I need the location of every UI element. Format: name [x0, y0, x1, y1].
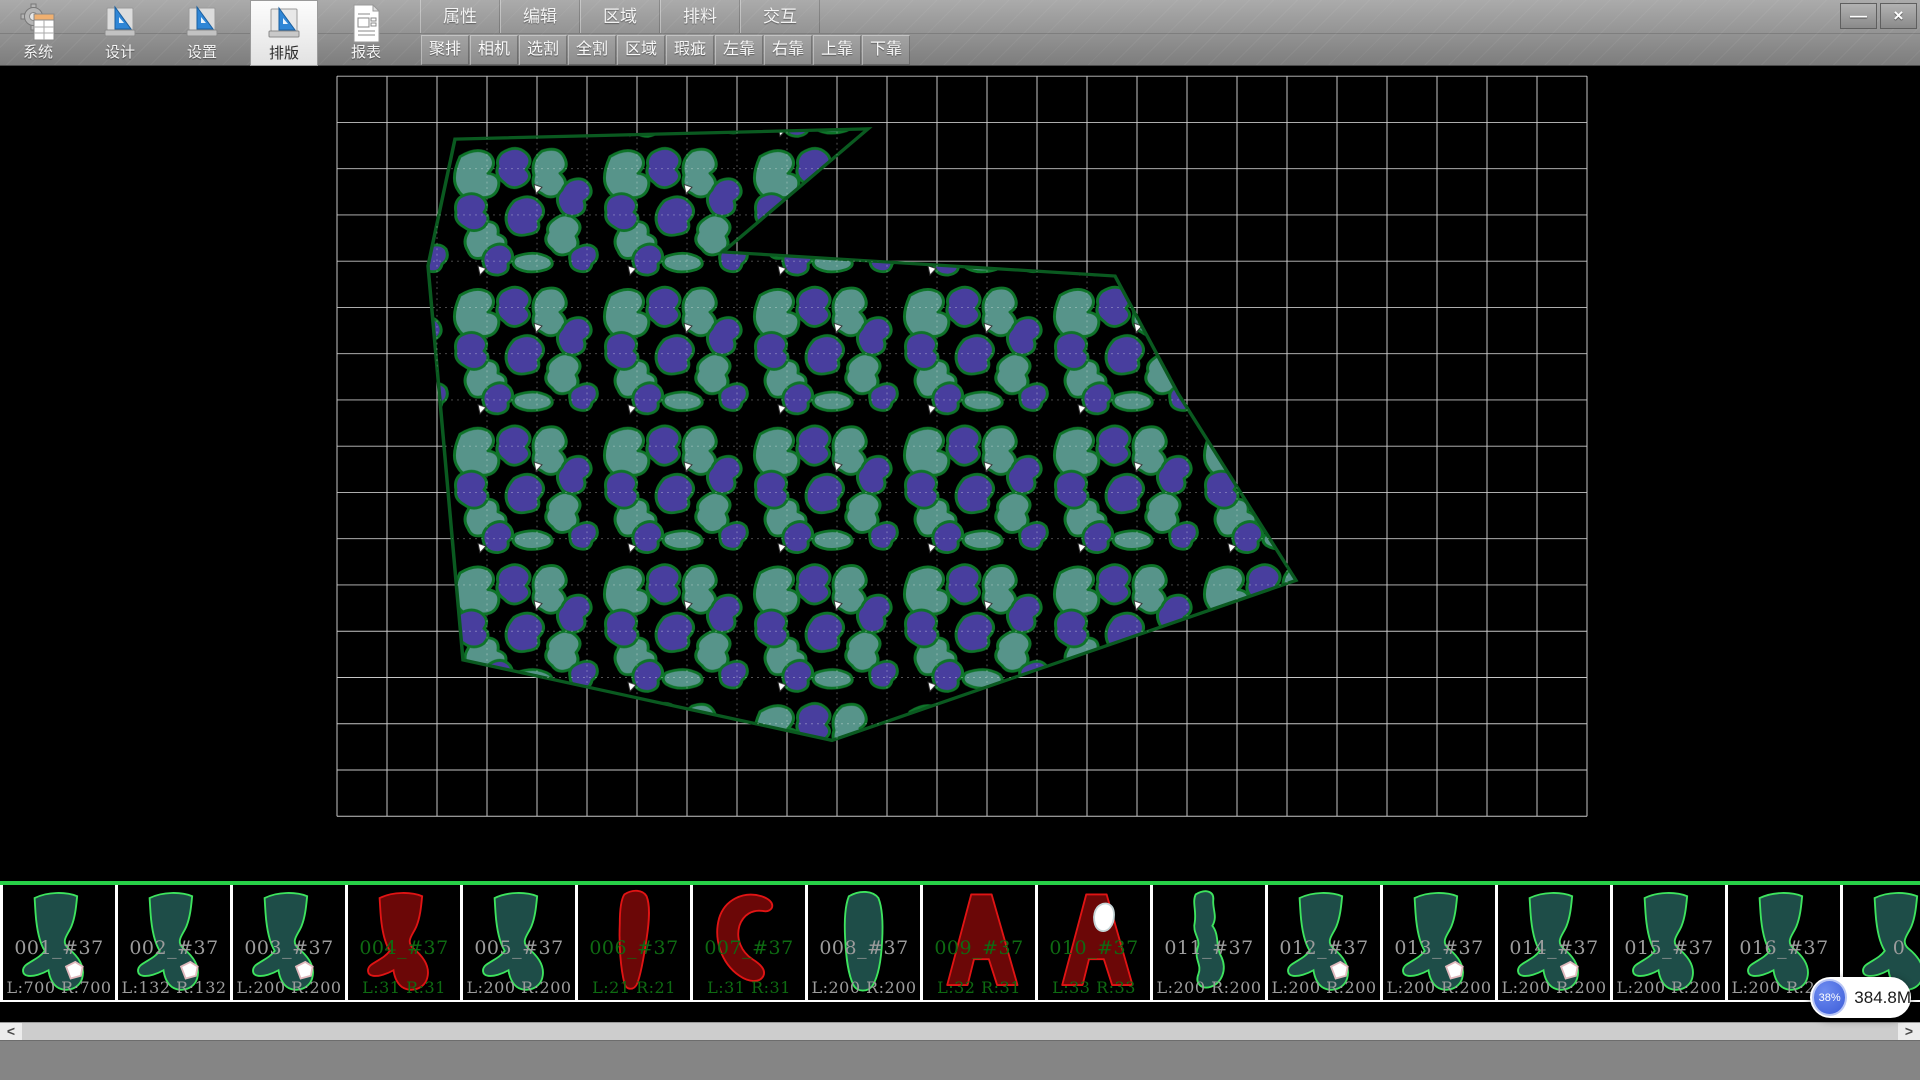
status-bar	[0, 1040, 1920, 1080]
close-button[interactable]: ×	[1880, 3, 1917, 29]
memory-percent-indicator: 38%	[1812, 979, 1847, 1016]
part-lr-count-label: L:32 R:31	[923, 978, 1035, 997]
nesting-canvas[interactable]	[0, 66, 1920, 881]
part-lr-count-label: L:31 R:31	[348, 978, 460, 997]
part-id-label: 015_#37	[1613, 937, 1725, 959]
scroll-right-arrow-icon[interactable]: >	[1898, 1023, 1920, 1041]
thumbnail-cell-3[interactable]: 003_#37 L:200 R:200	[233, 885, 348, 1000]
thumbnail-cell-2[interactable]: 002_#37 L:132 R:132	[118, 885, 233, 1000]
application-window: 系统设计设置排版报表 属性编辑区域排料交互 聚排相机选割全割区域瑕疵左靠右靠上靠…	[0, 0, 1920, 1080]
settings-ruler-icon	[182, 2, 222, 44]
thumbnail-cell-10[interactable]: 010_#37 L:33 R:33	[1038, 885, 1153, 1000]
menu-tab-2[interactable]: 编辑	[500, 0, 580, 33]
menu-tab-1[interactable]: 属性	[420, 0, 500, 33]
system-gear-icon	[18, 2, 58, 44]
part-lr-count-label: L:200 R:200	[463, 978, 575, 997]
thumbnail-cell-4[interactable]: 004_#37 L:31 R:31	[348, 885, 463, 1000]
part-id-label: 014_#37	[1498, 937, 1610, 959]
part-lr-count-label: L:200 R:200	[1268, 978, 1380, 997]
part-lr-count-label: L:200 R:200	[1383, 978, 1495, 997]
tool-button-10[interactable]: 下靠	[862, 35, 910, 65]
part-lr-count-label: L:200 R:200	[233, 978, 345, 997]
nav-button-2[interactable]: 设计	[86, 0, 154, 66]
part-id-label: 004_#37	[348, 937, 460, 959]
tool-button-row: 聚排相机选割全割区域瑕疵左靠右靠上靠下靠	[421, 33, 910, 66]
nav-button-1[interactable]: 系统	[4, 0, 72, 66]
horizontal-scrollbar[interactable]: < >	[0, 1022, 1920, 1040]
part-id-label: 003_#37	[233, 937, 345, 959]
thumbnail-cell-8[interactable]: 008_#37 L:200 R:200	[808, 885, 923, 1000]
part-id-label: 001_#37	[3, 937, 115, 959]
tool-button-6[interactable]: 瑕疵	[666, 35, 714, 65]
part-id-label: 005_#37	[463, 937, 575, 959]
part-id-label: 008_#37	[808, 937, 920, 959]
header-toolbar: 系统设计设置排版报表 属性编辑区域排料交互 聚排相机选割全割区域瑕疵左靠右靠上靠…	[0, 0, 1920, 66]
part-lr-count-label: L:31 R:31	[693, 978, 805, 997]
part-id-label: 009_#37	[923, 937, 1035, 959]
part-id-label: 010_#37	[1038, 937, 1150, 959]
part-lr-count-label: L:700 R:700	[3, 978, 115, 997]
part-lr-count-label: L:132 R:132	[118, 978, 230, 997]
tool-button-8[interactable]: 右靠	[764, 35, 812, 65]
thumbnail-cell-1[interactable]: 001_#37 L:700 R:700	[3, 885, 118, 1000]
nav-button-3[interactable]: 设置	[168, 0, 236, 66]
part-id-label: 011_#37	[1153, 937, 1265, 959]
part-lr-count-label: L:200 R:200	[1498, 978, 1610, 997]
nav-button-label: 排版	[269, 45, 299, 63]
nesting-canvas-svg	[0, 66, 1920, 881]
window-controls: — ×	[1840, 3, 1917, 29]
part-id-label: 0	[1843, 937, 1920, 959]
thumbnail-cell-6[interactable]: 006_#37 L:21 R:21	[578, 885, 693, 1000]
thumbnail-cell-14[interactable]: 014_#37 L:200 R:200	[1498, 885, 1613, 1000]
menu-tab-row: 属性编辑区域排料交互	[420, 0, 820, 33]
thumbnail-cell-12[interactable]: 012_#37 L:200 R:200	[1268, 885, 1383, 1000]
tool-button-7[interactable]: 左靠	[715, 35, 763, 65]
part-id-label: 016_#37	[1728, 937, 1840, 959]
part-id-label: 007_#37	[693, 937, 805, 959]
nested-hide-shape[interactable]	[428, 129, 1296, 740]
menu-tab-3[interactable]: 区域	[580, 0, 660, 33]
part-lr-count-label: L:200 R:200	[1153, 978, 1265, 997]
memory-value-label: 384.8M	[1854, 988, 1911, 1008]
nav-button-4[interactable]: 排版	[250, 0, 318, 66]
tool-button-9[interactable]: 上靠	[813, 35, 861, 65]
tool-button-4[interactable]: 全割	[568, 35, 616, 65]
parts-thumbnail-strip: 001_#37 L:700 R:700002_#37 L:132 R:132003_…	[0, 885, 1920, 1002]
menu-tab-4[interactable]: 排料	[660, 0, 740, 33]
menu-tab-5[interactable]: 交互	[740, 0, 820, 33]
thumbnail-cell-7[interactable]: 007_#37 L:31 R:31	[693, 885, 808, 1000]
part-id-label: 002_#37	[118, 937, 230, 959]
tool-button-3[interactable]: 选割	[519, 35, 567, 65]
thumbnail-cell-5[interactable]: 005_#37 L:200 R:200	[463, 885, 578, 1000]
tool-button-1[interactable]: 聚排	[421, 35, 469, 65]
nav-button-5[interactable]: 报表	[332, 0, 400, 66]
nav-button-label: 系统	[23, 44, 53, 62]
part-lr-count-label: L:200 R:200	[1613, 978, 1725, 997]
tool-button-5[interactable]: 区域	[617, 35, 665, 65]
design-ruler-icon	[100, 2, 140, 44]
thumbnail-cell-9[interactable]: 009_#37 L:32 R:31	[923, 885, 1038, 1000]
nesting-ruler-icon	[264, 3, 304, 45]
part-lr-count-label: L:21 R:21	[578, 978, 690, 997]
memory-usage-badge[interactable]: 38% 384.8M	[1810, 977, 1911, 1018]
nav-button-label: 设置	[187, 44, 217, 62]
thumbnail-cell-11[interactable]: 011_#37 L:200 R:200	[1153, 885, 1268, 1000]
thumbnail-cell-13[interactable]: 013_#37 L:200 R:200	[1383, 885, 1498, 1000]
main-nav-buttons: 系统 设计 设置 排版 报表	[4, 0, 400, 66]
part-lr-count-label: L:33 R:33	[1038, 978, 1150, 997]
minimize-button[interactable]: —	[1840, 3, 1877, 29]
scroll-left-arrow-icon[interactable]: <	[0, 1023, 22, 1041]
nav-button-label: 设计	[105, 44, 135, 62]
report-icon	[346, 2, 386, 44]
part-id-label: 012_#37	[1268, 937, 1380, 959]
part-lr-count-label: L:200 R:200	[808, 978, 920, 997]
nav-button-label: 报表	[351, 44, 381, 62]
tool-button-2[interactable]: 相机	[470, 35, 518, 65]
part-id-label: 013_#37	[1383, 937, 1495, 959]
thumbnail-cell-15[interactable]: 015_#37 L:200 R:200	[1613, 885, 1728, 1000]
part-id-label: 006_#37	[578, 937, 690, 959]
